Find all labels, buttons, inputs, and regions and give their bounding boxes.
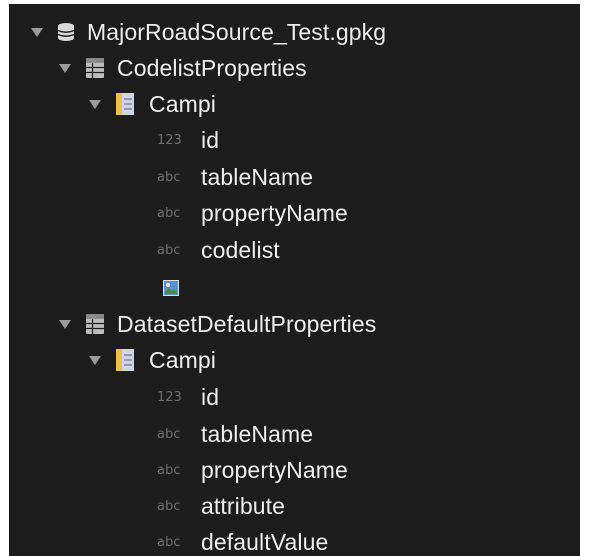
tree-item-label: Campi	[149, 346, 216, 373]
field-name: tableName	[201, 163, 314, 190]
field-type-tag: 123	[157, 132, 182, 148]
field-type-tag: abc	[157, 462, 181, 478]
tree-item-table[interactable]: DatasetDefaultProperties	[59, 306, 376, 342]
tree-panel: MajorRoadSource_Test.gpkg CodelistProper…	[9, 4, 580, 556]
tree-item-field[interactable]: 123 id	[157, 379, 219, 415]
tree-item-field[interactable]: abc attribute	[157, 488, 285, 524]
field-type-tag: abc	[157, 205, 181, 221]
field-type-tag: abc	[157, 498, 181, 514]
field-name: propertyName	[201, 199, 348, 226]
tree-item-label: Campi	[149, 90, 216, 117]
tree-item-field[interactable]: abc tableName	[157, 416, 313, 452]
tree-item-field[interactable]: abc codelist	[157, 232, 280, 268]
chevron-down-icon[interactable]	[59, 63, 71, 73]
table-icon	[86, 314, 104, 334]
field-name: defaultValue	[201, 528, 329, 555]
tree-item-field[interactable]: abc defaultValue	[157, 524, 328, 556]
field-name: id	[201, 383, 220, 410]
field-type-tag: abc	[157, 534, 181, 550]
field-type-tag: abc	[157, 242, 181, 258]
chevron-down-icon[interactable]	[89, 99, 101, 109]
tree-item-geopackage[interactable]: MajorRoadSource_Test.gpkg	[31, 14, 386, 50]
tree-item-field[interactable]: abc propertyName	[157, 195, 348, 231]
image-icon	[163, 280, 179, 296]
fields-icon	[116, 349, 134, 371]
tree-item-table[interactable]: CodelistProperties	[59, 50, 307, 86]
tree-item-fields-group[interactable]: Campi	[89, 342, 216, 378]
tree-item-fields-group[interactable]: Campi	[89, 86, 216, 122]
tree-item-label: MajorRoadSource_Test.gpkg	[87, 18, 387, 45]
tree-item-field[interactable]: 123 id	[157, 122, 219, 158]
field-name: id	[201, 126, 220, 153]
tree-item-label: DatasetDefaultProperties	[117, 310, 377, 337]
field-type-tag: abc	[157, 169, 181, 185]
field-type-tag: 123	[157, 389, 182, 405]
tree-item-image[interactable]	[163, 270, 179, 306]
field-name: attribute	[201, 492, 286, 519]
tree-item-label: CodelistProperties	[117, 54, 307, 81]
field-name: tableName	[201, 420, 314, 447]
field-type-tag: abc	[157, 426, 181, 442]
tree-item-field[interactable]: abc propertyName	[157, 452, 348, 488]
table-icon	[86, 58, 104, 78]
database-icon	[57, 23, 75, 41]
field-name: codelist	[201, 236, 280, 263]
chevron-down-icon[interactable]	[31, 27, 43, 37]
chevron-down-icon[interactable]	[89, 355, 101, 365]
tree-item-field[interactable]: abc tableName	[157, 159, 313, 195]
field-name: propertyName	[201, 456, 348, 483]
fields-icon	[116, 93, 134, 115]
chevron-down-icon[interactable]	[59, 319, 71, 329]
